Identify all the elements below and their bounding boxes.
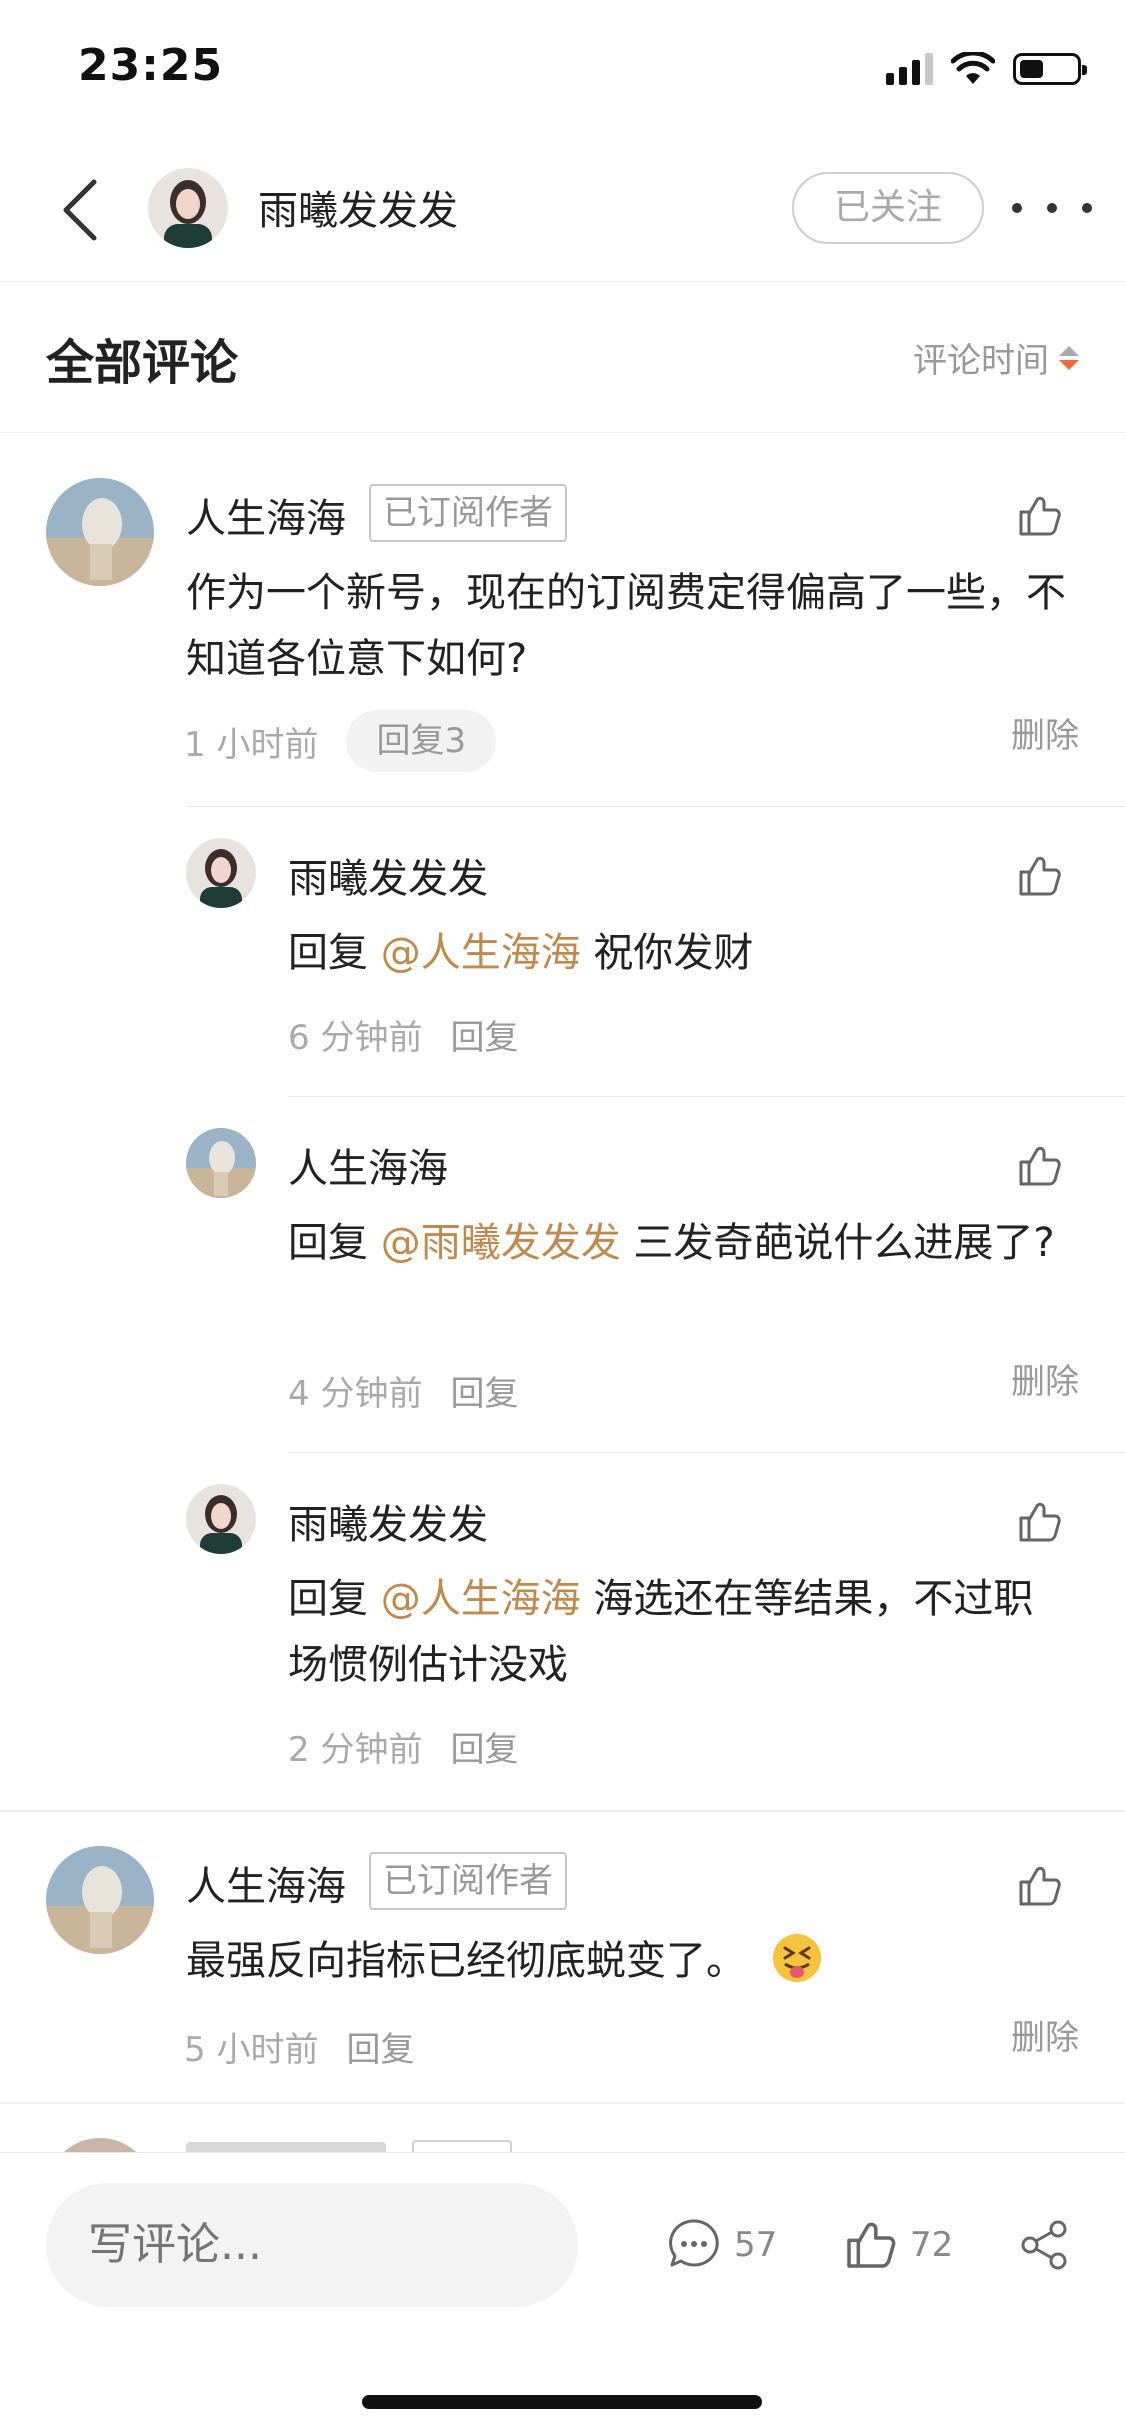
cellular-signal-icon [886, 53, 933, 85]
reply-count-button[interactable]: 回复3 [346, 710, 497, 772]
comment-count: 57 [734, 2225, 778, 2265]
reply-author[interactable]: 人生海海 [288, 1136, 448, 1194]
reply-button[interactable]: 回复 [450, 1722, 518, 1771]
like-count: 72 [910, 2225, 954, 2265]
thumbs-up-icon[interactable] [1015, 852, 1063, 900]
reply-button[interactable]: 回复 [346, 2022, 414, 2071]
tongue-out-emoji-icon [772, 1934, 821, 1982]
subscriber-badge: 已订阅作者 [369, 1852, 567, 1910]
back-button[interactable] [50, 170, 110, 250]
delete-button[interactable]: 删除 [1011, 708, 1079, 757]
thumbs-up-icon[interactable] [1015, 492, 1063, 540]
avatar[interactable] [46, 1846, 154, 1954]
thumbs-up-icon [847, 2222, 896, 2268]
nav-header: 雨曦发发发 已关注 [0, 140, 1125, 282]
reply-text: 回复 @人生海海 祝你发财 [288, 930, 754, 976]
divider [186, 806, 1125, 807]
battery-icon [1013, 53, 1087, 85]
write-comment-input[interactable] [46, 2183, 578, 2307]
avatar[interactable] [186, 1484, 256, 1554]
wifi-icon [951, 52, 995, 84]
reply-meta: 4 分钟前 回复 [288, 1366, 518, 1415]
reply-time: 4 分钟前 [288, 1374, 423, 1414]
delete-button[interactable]: 删除 [1011, 1354, 1079, 1403]
author-avatar[interactable] [148, 168, 228, 248]
reply-author[interactable]: 雨曦发发发 [288, 1492, 488, 1550]
reply-meta: 2 分钟前 回复 [288, 1722, 518, 1771]
share-icon [1021, 2220, 1067, 2270]
reply-button[interactable]: 回复 [450, 1366, 518, 1415]
subscriber-badge: 已订阅作者 [369, 484, 567, 542]
delete-button[interactable]: 删除 [1011, 2010, 1079, 2059]
comments-section-header: 全部评论 评论时间 [0, 283, 1125, 433]
avatar[interactable] [186, 838, 256, 908]
comment-author[interactable]: 人生海海 [186, 486, 346, 544]
comment-bubble-icon [669, 2219, 719, 2267]
home-indicator [362, 2395, 762, 2409]
section-title: 全部评论 [46, 335, 239, 391]
comment-item: 人生海海 已订阅作者 最强反向指标已经彻底蜕变了。 5 小时前 回复 删除 [0, 1812, 1125, 2102]
share-button[interactable] [1016, 2217, 1072, 2273]
reply-author[interactable]: 雨曦发发发 [288, 846, 488, 904]
divider [288, 1096, 1125, 1097]
status-time: 23:25 [78, 40, 224, 91]
comment-item: 人生海海 已订阅作者 作为一个新号，现在的订阅费定得偏高了一些，不知道各位意下如… [0, 440, 1125, 1810]
comment-meta: 1 小时前 回复3 [184, 710, 497, 772]
more-dot-icon [1047, 203, 1057, 213]
comment-meta: 5 小时前 回复 [184, 2022, 414, 2071]
author-name[interactable]: 雨曦发发发 [258, 178, 458, 236]
comments-count-button[interactable]: 57 [666, 2217, 777, 2273]
sort-icon [1059, 345, 1079, 370]
following-button[interactable]: 已关注 [792, 172, 984, 244]
comment-time: 5 小时前 [184, 2030, 319, 2070]
comment-text: 作为一个新号，现在的订阅费定得偏高了一些，不知道各位意下如何? [186, 570, 1066, 682]
comment-author[interactable]: 人生海海 [186, 1854, 346, 1912]
reply-text: 回复 @雨曦发发发 三发奇葩说什么进展了? [288, 1220, 1055, 1266]
chevron-left-icon [63, 179, 97, 241]
mention-link[interactable]: @人生海海 [381, 1576, 581, 1622]
thumbs-up-icon[interactable] [1015, 1498, 1063, 1546]
status-icons [886, 52, 1087, 86]
reply-button[interactable]: 回复 [450, 1010, 518, 1059]
more-options-button[interactable] [1012, 184, 1092, 232]
reply-time: 6 分钟前 [288, 1018, 423, 1058]
thumbs-up-icon[interactable] [1015, 1862, 1063, 1910]
avatar[interactable] [186, 1128, 256, 1198]
like-count-button[interactable]: 72 [842, 2217, 953, 2273]
divider [288, 1452, 1125, 1453]
comment-time: 1 小时前 [184, 724, 319, 765]
status-bar: 23:25 [0, 0, 1125, 140]
more-dot-icon [1012, 203, 1022, 213]
sort-label: 评论时间 [913, 341, 1049, 381]
reply-time: 2 分钟前 [288, 1730, 423, 1770]
thumbs-up-icon[interactable] [1015, 1142, 1063, 1190]
divider [0, 2102, 1125, 2104]
avatar[interactable] [46, 478, 154, 586]
comment-text: 最强反向指标已经彻底蜕变了。 [186, 1928, 1066, 1994]
more-dot-icon [1082, 203, 1092, 213]
partial-comment [0, 2118, 1125, 2154]
reply-text: 回复 @人生海海 海选还在等结果，不过职场惯例估计没戏 [288, 1576, 1034, 1688]
mention-link[interactable]: @人生海海 [381, 930, 581, 976]
mention-link[interactable]: @雨曦发发发 [381, 1220, 621, 1266]
sort-by-time-button[interactable]: 评论时间 [913, 333, 1079, 382]
reply-meta: 6 分钟前 回复 [288, 1010, 518, 1059]
bottom-action-bar: 57 72 [0, 2152, 1125, 2436]
